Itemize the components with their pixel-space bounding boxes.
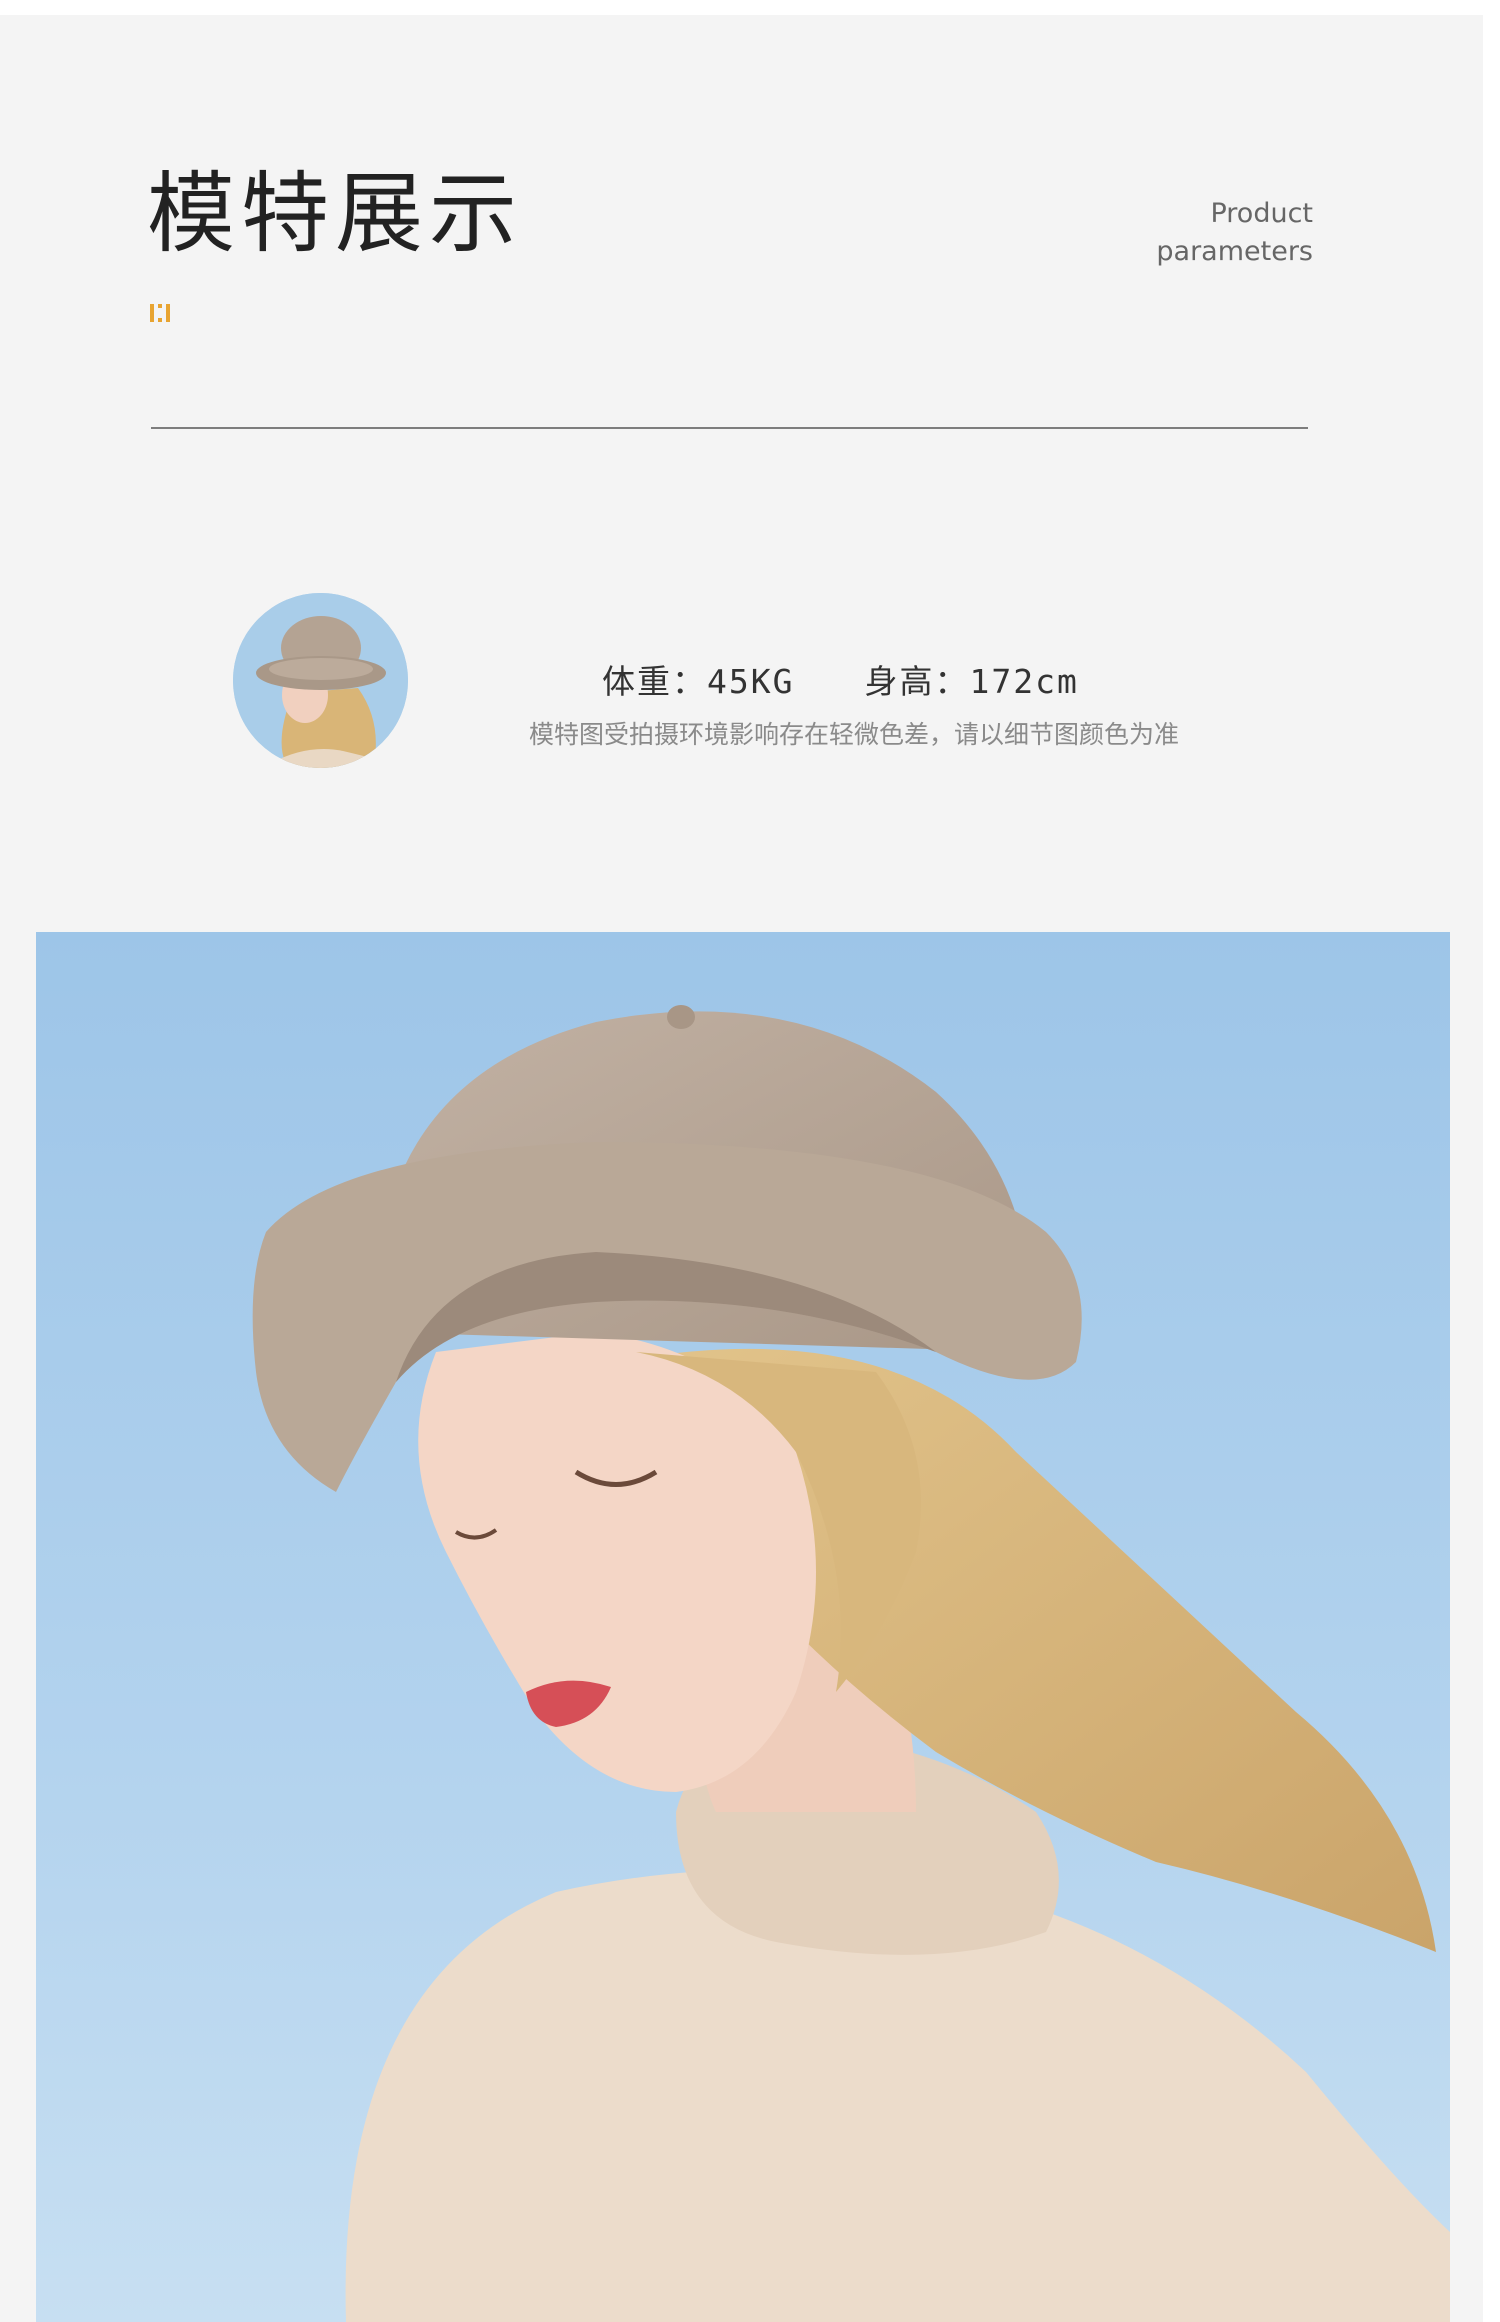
model-stats: 体重：45KG 身高：172cm	[602, 655, 1079, 703]
divider-line	[151, 427, 1308, 429]
model-avatar-image	[233, 593, 408, 768]
section-subtitle: Product parameters	[1156, 195, 1313, 271]
product-detail-section: 模特展示 Product parameters 体重：45KG 身高：172cm …	[0, 15, 1483, 2322]
accent-mark-icon	[150, 304, 174, 322]
subtitle-line-2: parameters	[1156, 236, 1313, 267]
model-hero-image	[36, 932, 1450, 2322]
model-weight: 体重：45KG	[602, 662, 795, 701]
section-title: 模特展示	[147, 162, 524, 265]
subtitle-line-1: Product	[1210, 198, 1313, 229]
color-disclaimer: 模特图受拍摄环境影响存在轻微色差，请以细节图颜色为准	[528, 720, 1179, 749]
model-height: 身高：172cm	[864, 662, 1079, 701]
